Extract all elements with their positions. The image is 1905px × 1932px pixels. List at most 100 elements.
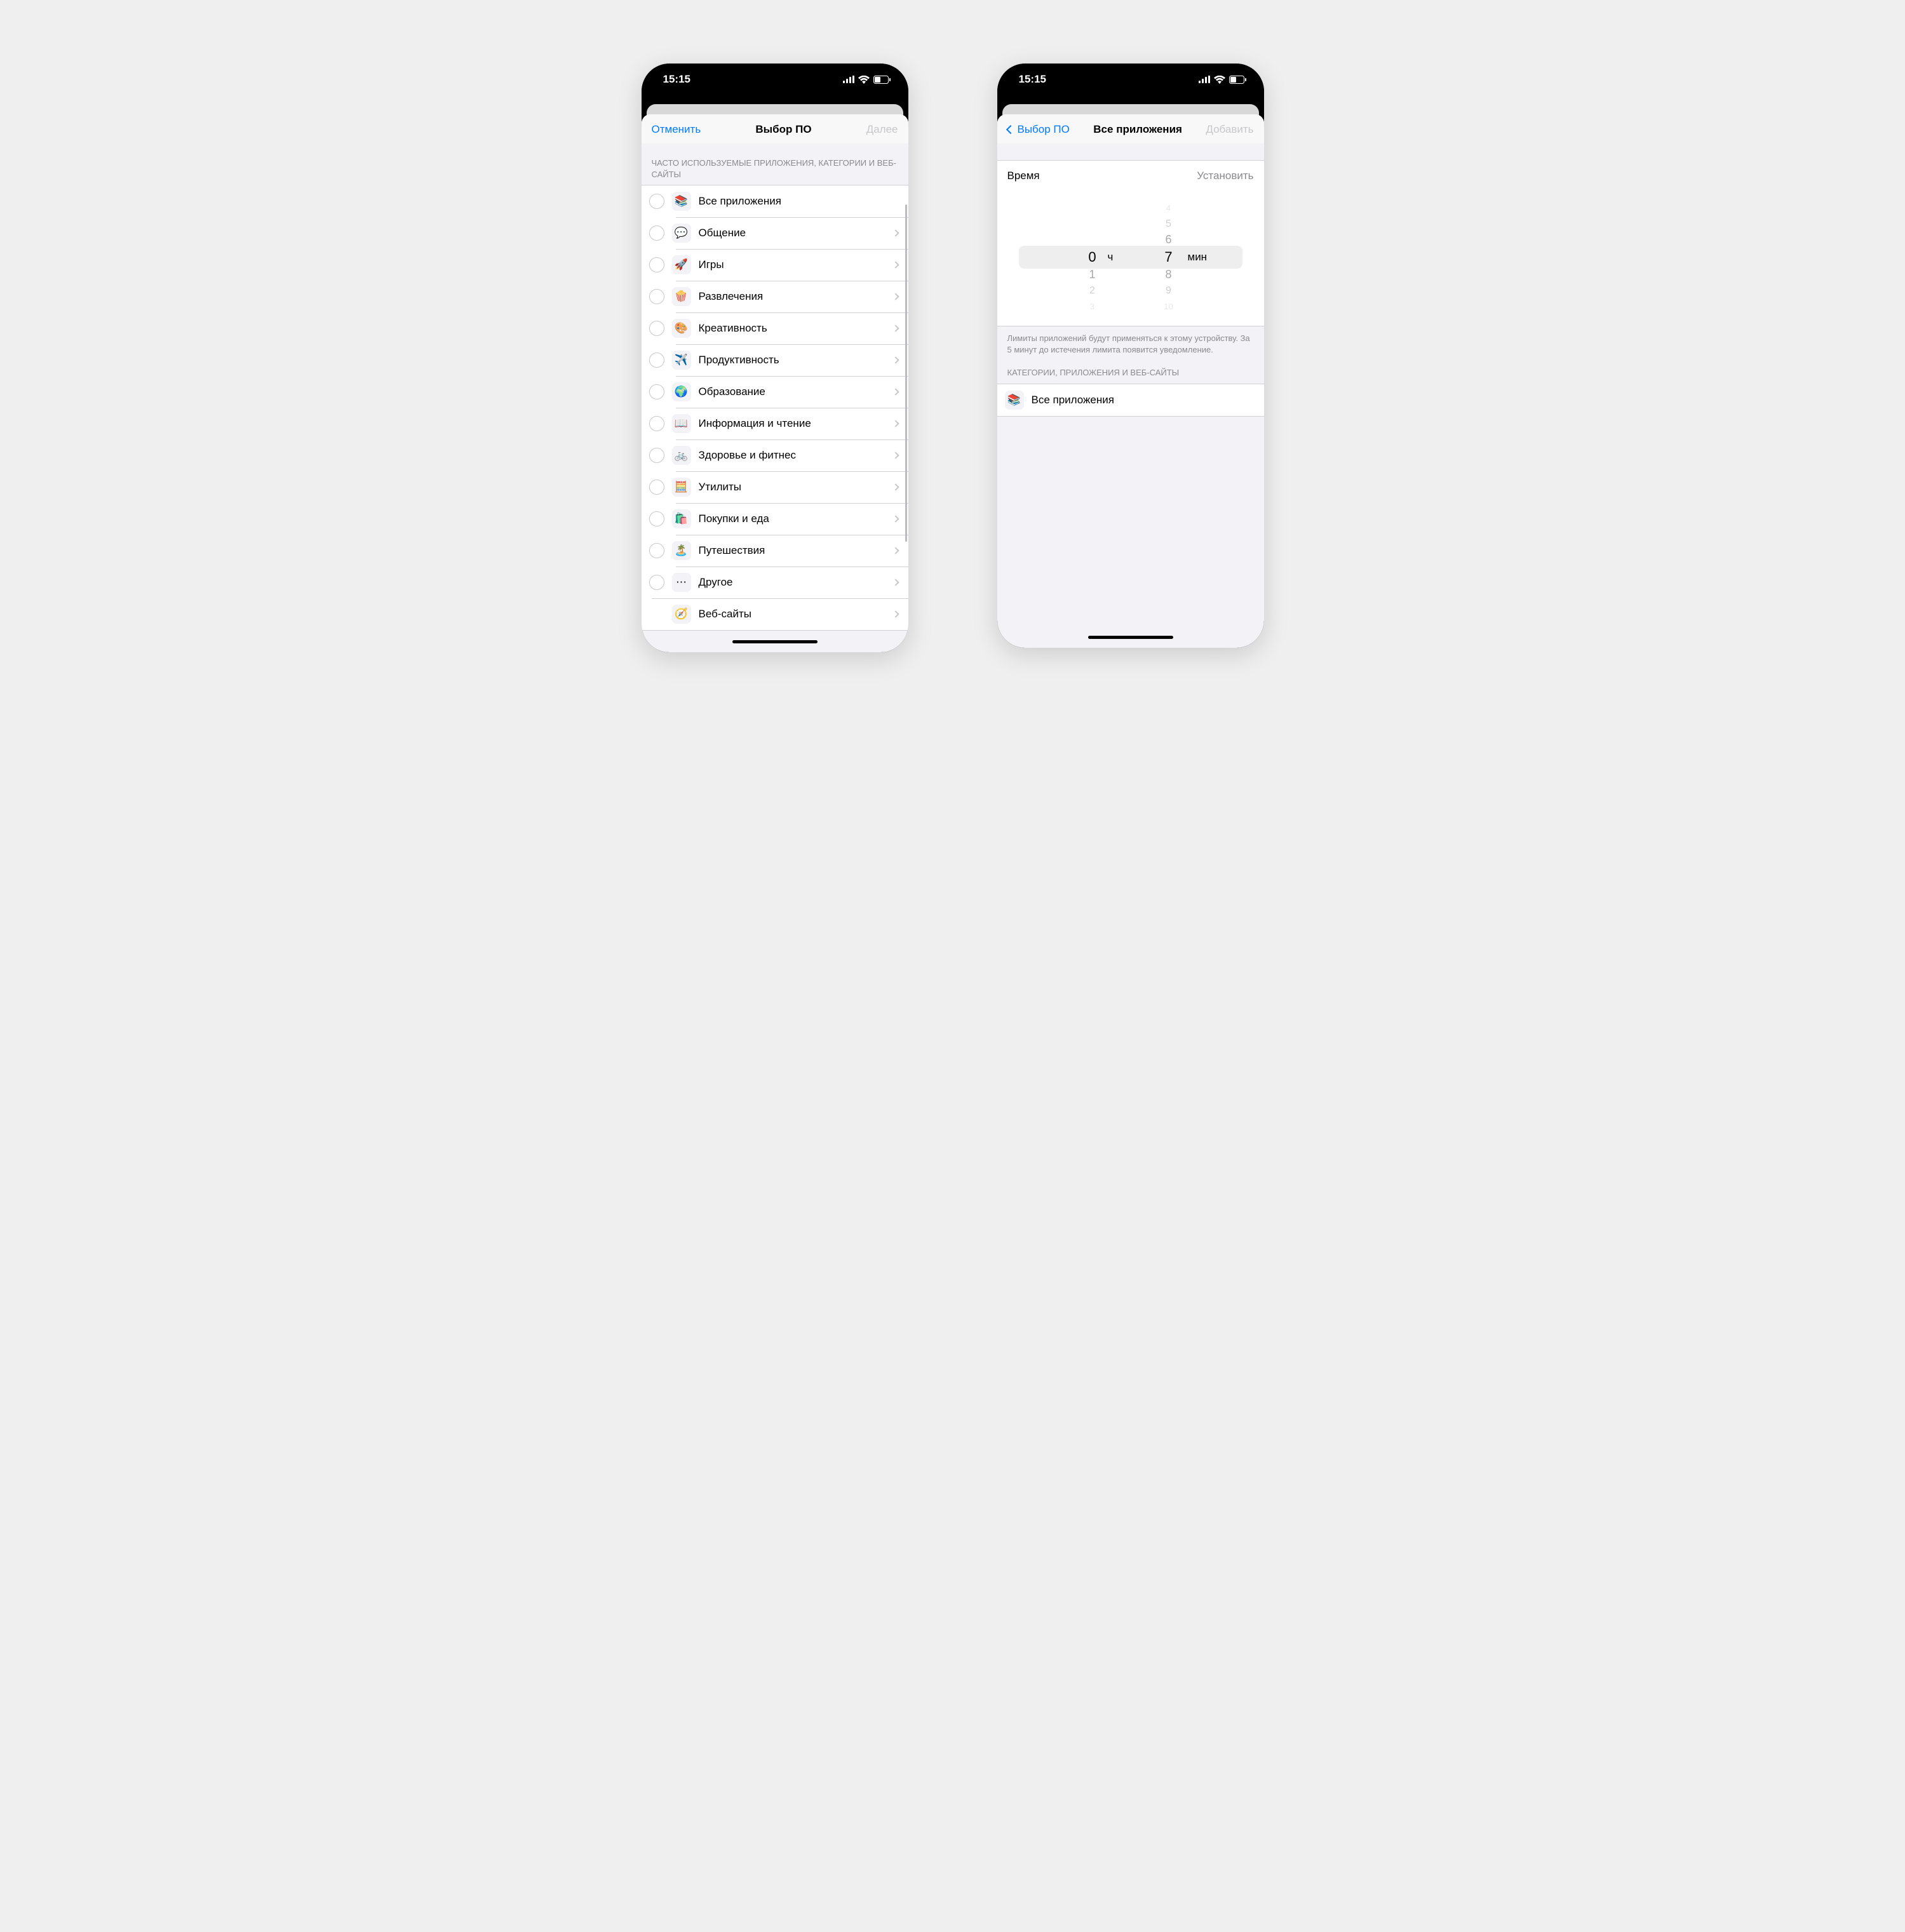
radio-unchecked-icon[interactable] [649, 289, 664, 304]
radio-unchecked-icon[interactable] [649, 384, 664, 399]
nav-bar: Отменить Выбор ПО Далее [642, 114, 908, 144]
radio-unchecked-icon[interactable] [649, 257, 664, 272]
category-row[interactable]: ✈️ Продуктивность [642, 344, 908, 376]
category-icon: 🛍️ [672, 509, 691, 528]
chevron-right-icon [892, 229, 899, 236]
section-header-2: КАТЕГОРИИ, ПРИЛОЖЕНИЯ И ВЕБ-САЙТЫ [997, 358, 1264, 384]
status-time: 15:15 [663, 73, 690, 86]
category-row[interactable]: 💬Общение [642, 217, 908, 249]
radio-unchecked-icon[interactable] [649, 448, 664, 463]
category-icon: 🌍 [672, 382, 691, 401]
chevron-right-icon [892, 325, 899, 332]
back-label: Выбор ПО [1018, 123, 1070, 136]
battery-icon [1229, 76, 1246, 84]
home-indicator[interactable] [997, 626, 1264, 648]
radio-unchecked-icon[interactable] [649, 543, 664, 558]
category-label: Путешествия [699, 544, 888, 557]
category-label: Все приложения [699, 195, 898, 208]
time-picker[interactable]: 0 1 2 3 ч 4 5 6 7 8 9 10 ми [997, 191, 1264, 326]
chevron-right-icon [892, 483, 899, 490]
cellular-signal-icon [843, 76, 854, 83]
category-icon: 🍿 [672, 287, 691, 306]
app-label: Все приложения [1032, 394, 1254, 406]
category-row[interactable]: ⋯Другое [642, 567, 908, 598]
scrollbar[interactable] [905, 205, 907, 542]
phone-right-set-limit: 15:15 Выбор ПО Все приложения Добавить [997, 64, 1264, 648]
category-row[interactable]: 🏝️ Путешествия [642, 535, 908, 567]
section-header: ЧАСТО ИСПОЛЬЗУЕМЫЕ ПРИЛОЖЕНИЯ, КАТЕГОРИИ… [642, 144, 908, 185]
category-icon: 🎨 [672, 319, 691, 338]
selected-apps-list: 📚 Все приложения [997, 384, 1264, 417]
modal-sheet: Выбор ПО Все приложения Добавить Время У… [997, 114, 1264, 648]
battery-icon [873, 76, 891, 84]
time-label: Время [1007, 170, 1040, 182]
category-icon: 📚 [672, 192, 691, 211]
category-label: Веб-сайты [699, 608, 888, 621]
category-row[interactable]: 🚲Здоровье и фитнес [642, 439, 908, 471]
wifi-icon [858, 76, 870, 84]
home-indicator[interactable] [642, 631, 908, 652]
hours-selected: 0 [1088, 248, 1096, 267]
radio-unchecked-icon[interactable] [649, 480, 664, 495]
category-row[interactable]: 🍿 Развлечения [642, 281, 908, 312]
time-row[interactable]: Время Установить [997, 160, 1264, 191]
category-icon: 🧮 [672, 478, 691, 497]
wifi-icon [1214, 76, 1225, 84]
category-icon: 📖 [672, 414, 691, 433]
minutes-selected: 7 [1164, 248, 1172, 267]
content-scroll[interactable]: Время Установить 0 1 2 3 ч [997, 144, 1264, 626]
category-label: Покупки и еда [699, 513, 888, 525]
category-label: Образование [699, 386, 888, 398]
add-button[interactable]: Добавить [1206, 123, 1253, 136]
minutes-unit: мин [1188, 251, 1208, 264]
category-row[interactable]: 🛍️ Покупки и еда [642, 503, 908, 535]
status-time: 15:15 [1019, 73, 1046, 86]
chevron-right-icon [892, 610, 899, 617]
category-row[interactable]: 🎨 Креативность [642, 312, 908, 344]
nav-bar: Выбор ПО Все приложения Добавить [997, 114, 1264, 144]
category-icon: 🏝️ [672, 541, 691, 560]
category-icon: ✈️ [672, 351, 691, 370]
status-bar: 15:15 [642, 64, 908, 95]
category-row[interactable]: 📚 Все приложения [642, 185, 908, 217]
category-label: Креативность [699, 322, 888, 335]
chevron-right-icon [892, 388, 899, 395]
category-icon: 🧭 [672, 605, 691, 624]
hours-wheel[interactable]: 0 1 2 3 [1054, 200, 1131, 314]
app-icon: 📚 [1005, 391, 1024, 410]
category-row[interactable]: 🧭 Веб-сайты [642, 598, 908, 630]
time-set-action: Установить [1197, 170, 1253, 182]
status-indicators [1199, 76, 1246, 84]
chevron-left-icon [1006, 125, 1014, 134]
category-row[interactable]: 🧮Утилиты [642, 471, 908, 503]
radio-unchecked-icon[interactable] [649, 321, 664, 336]
radio-unchecked-icon[interactable] [649, 225, 664, 241]
category-row[interactable]: 🚀Игры [642, 249, 908, 281]
chevron-right-icon [892, 356, 899, 363]
footer-note: Лимиты приложений будут применяться к эт… [997, 326, 1264, 358]
category-icon: 🚲 [672, 446, 691, 465]
chevron-right-icon [892, 547, 899, 554]
category-label: Продуктивность [699, 354, 888, 366]
radio-unchecked-icon[interactable] [649, 511, 664, 527]
back-button[interactable]: Выбор ПО [1007, 123, 1070, 136]
category-label: Информация и чтение [699, 417, 888, 430]
nav-title: Выбор ПО [755, 123, 811, 136]
category-list: 📚 Все приложения 💬Общение🚀Игры 🍿 Развлечения… [642, 185, 908, 631]
radio-unchecked-icon[interactable] [649, 194, 664, 209]
status-indicators [843, 76, 891, 84]
chevron-right-icon [892, 452, 899, 459]
category-label: Общение [699, 227, 888, 239]
category-row[interactable]: 🌍 Образование [642, 376, 908, 408]
radio-unchecked-icon[interactable] [649, 352, 664, 368]
cellular-signal-icon [1199, 76, 1210, 83]
content-scroll[interactable]: ЧАСТО ИСПОЛЬЗУЕМЫЕ ПРИЛОЖЕНИЯ, КАТЕГОРИИ… [642, 144, 908, 631]
category-label: Развлечения [699, 290, 888, 303]
next-button[interactable]: Далее [866, 123, 898, 136]
cancel-button[interactable]: Отменить [652, 123, 701, 136]
selected-app-row[interactable]: 📚 Все приложения [997, 384, 1264, 416]
category-row[interactable]: 📖 Информация и чтение [642, 408, 908, 439]
chevron-right-icon [892, 515, 899, 522]
radio-unchecked-icon[interactable] [649, 575, 664, 590]
radio-unchecked-icon[interactable] [649, 416, 664, 431]
